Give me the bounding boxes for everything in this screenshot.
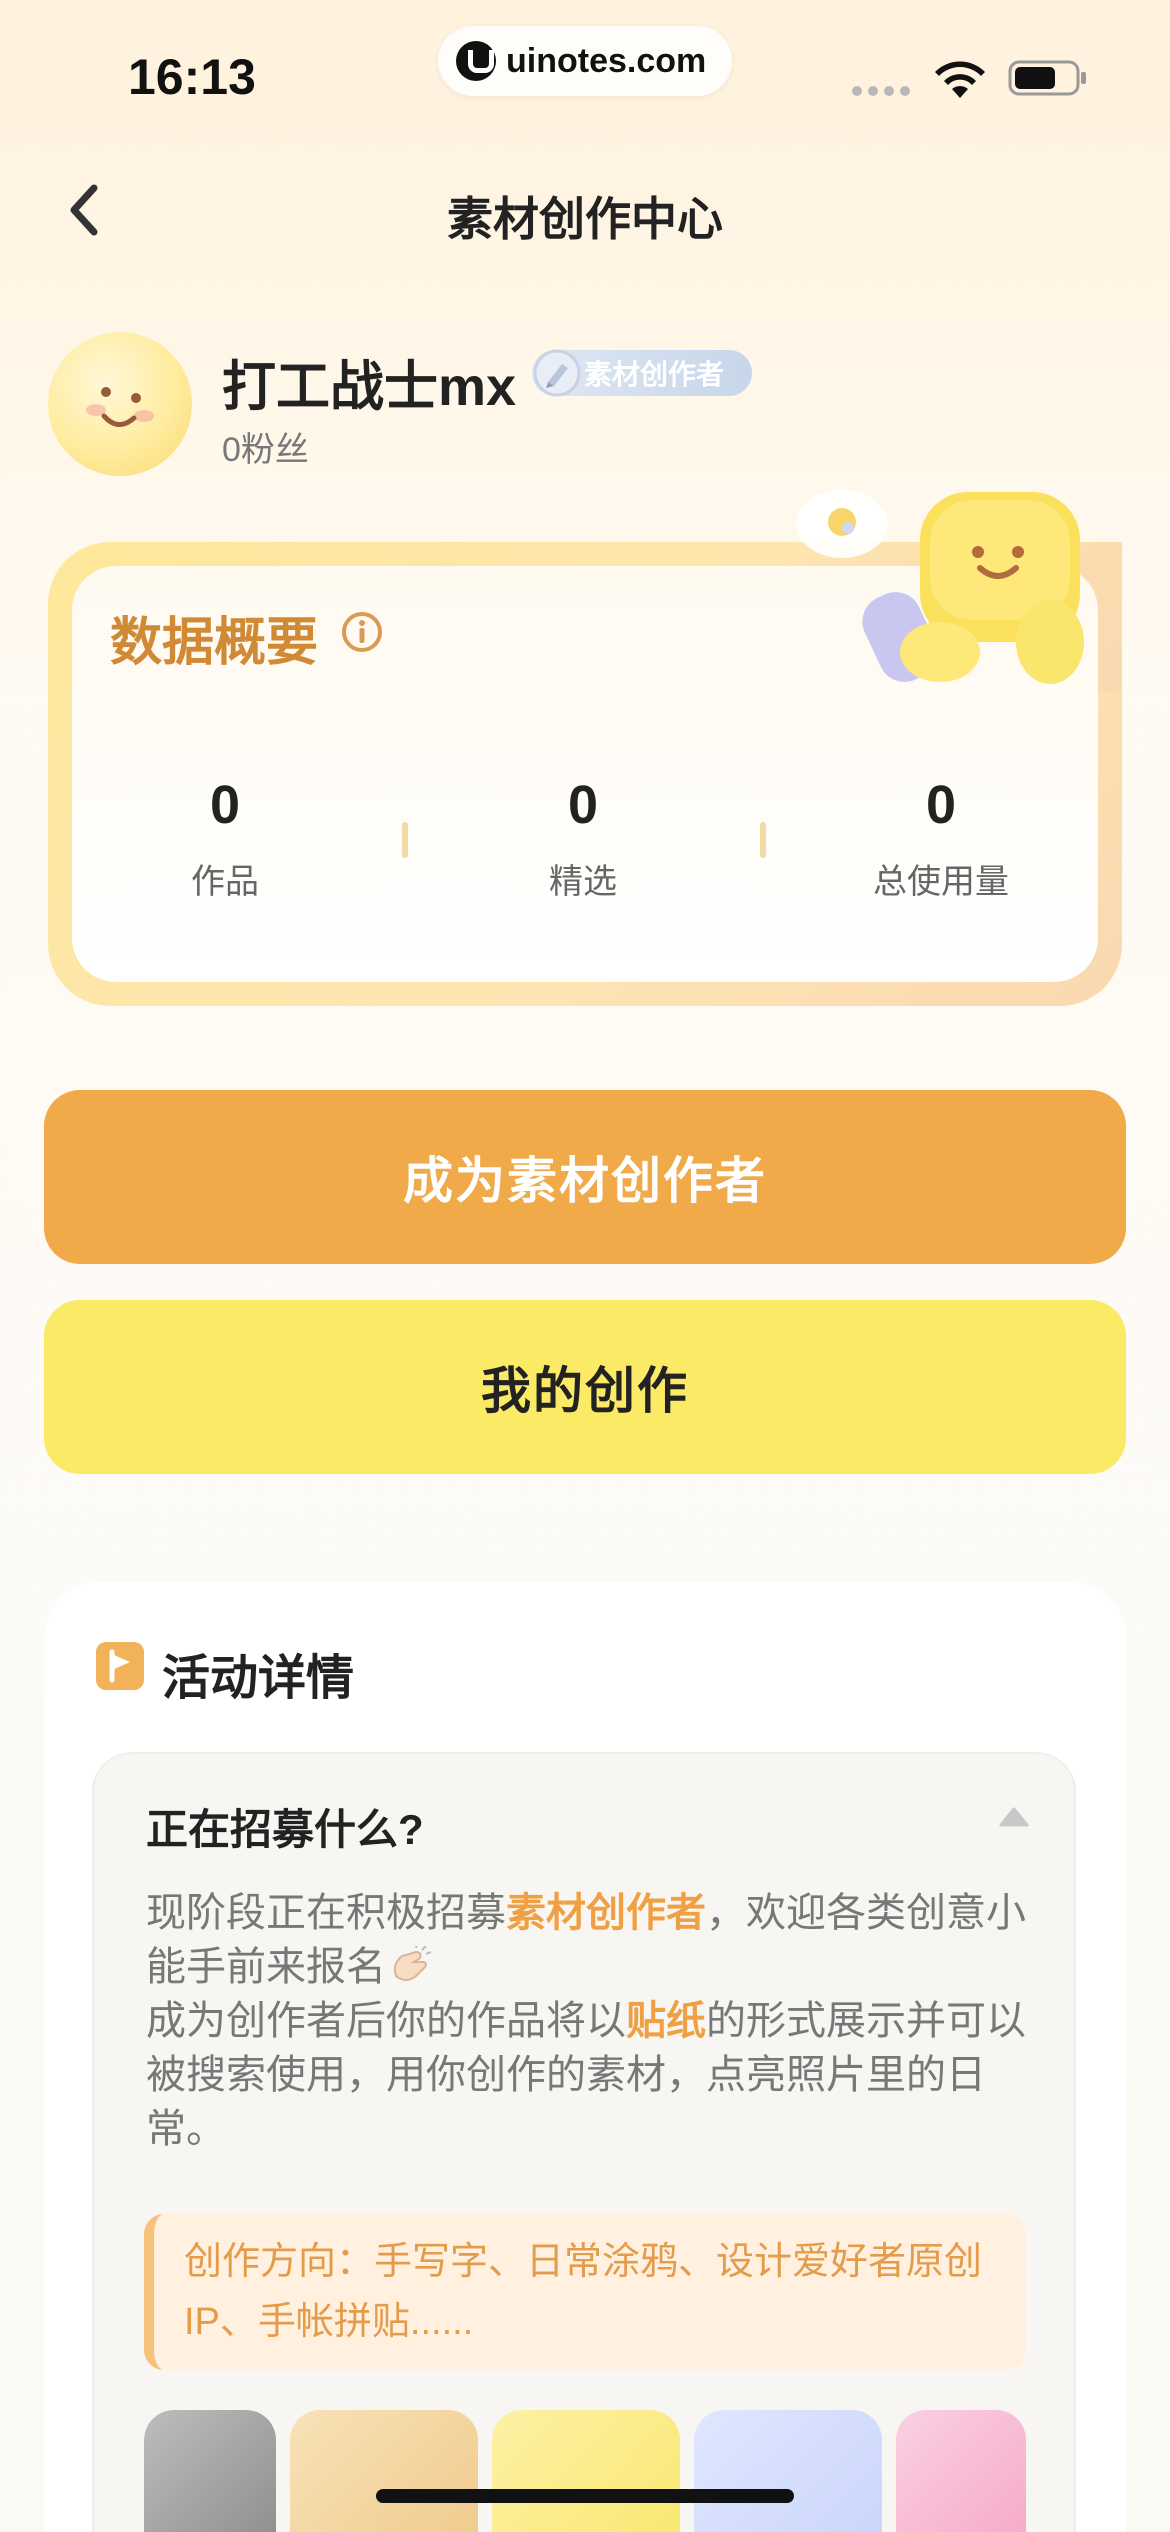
page-title: 素材创作中心 bbox=[447, 193, 723, 245]
highlight-creator: 素材创作者 bbox=[506, 1891, 706, 1935]
creator-badge-label: 素材创作者 bbox=[584, 359, 725, 390]
sample-thumbnail[interactable] bbox=[896, 2410, 1026, 2532]
stat-divider bbox=[760, 822, 766, 858]
sample-thumbnail[interactable] bbox=[144, 2410, 276, 2532]
status-time: 16:13 bbox=[128, 49, 256, 105]
faq-answer-text: 成为创作者后你的作品将以 bbox=[146, 1999, 626, 2043]
faq-answer: 现阶段正在积极招募素材创作者，欢迎各类创意小能手前来报名 成为创作者后你的作品将… bbox=[146, 1886, 1036, 2156]
watermark-pill: uinotes.com bbox=[438, 26, 732, 96]
caret-up-icon[interactable] bbox=[998, 1806, 1030, 1828]
stat-works-value: 0 bbox=[209, 775, 241, 835]
smiley-face-icon bbox=[86, 387, 154, 427]
cellular-signal-icon bbox=[852, 86, 910, 96]
creator-badge: 素材创作者 bbox=[532, 349, 752, 397]
battery-icon bbox=[1008, 60, 1086, 96]
avatar[interactable] bbox=[48, 332, 192, 476]
info-icon[interactable] bbox=[340, 610, 384, 654]
stat-total-usage-label: 总使用量 bbox=[873, 863, 1009, 901]
stat-featured[interactable]: 0 精选 bbox=[433, 774, 733, 903]
fans-count: 0粉丝 bbox=[222, 431, 309, 469]
status-bar: 16:13 uinotes.com bbox=[0, 0, 1170, 150]
mascot-illustration bbox=[796, 490, 1084, 684]
highlight-sticker: 贴纸 bbox=[626, 1999, 706, 2043]
stat-total-usage[interactable]: 0 总使用量 bbox=[791, 774, 1091, 903]
watermark-text: uinotes.com bbox=[506, 41, 707, 80]
stat-works[interactable]: 0 作品 bbox=[75, 774, 375, 903]
sample-thumbnail[interactable] bbox=[694, 2410, 882, 2532]
home-indicator[interactable] bbox=[376, 2489, 794, 2503]
sample-thumbnails bbox=[144, 2410, 1026, 2532]
faq-question[interactable]: 正在招募什么? bbox=[146, 1796, 424, 1857]
stat-featured-value: 0 bbox=[567, 775, 599, 835]
uinotes-logo-icon bbox=[456, 41, 496, 81]
pen-badge-icon bbox=[533, 349, 581, 397]
sample-thumbnail[interactable] bbox=[492, 2410, 680, 2532]
become-creator-button[interactable]: 成为素材创作者 bbox=[44, 1090, 1126, 1264]
stat-featured-label: 精选 bbox=[549, 863, 617, 901]
activity-title: 活动详情 bbox=[162, 1652, 355, 1705]
my-creations-button[interactable]: 我的创作 bbox=[44, 1300, 1126, 1474]
faq-answer-text: 现阶段正在积极招募 bbox=[146, 1891, 506, 1935]
stat-divider bbox=[402, 822, 408, 858]
activity-flag-icon bbox=[96, 1642, 144, 1690]
sample-thumbnail[interactable] bbox=[290, 2410, 478, 2532]
wifi-icon bbox=[935, 61, 985, 98]
stat-total-usage-value: 0 bbox=[925, 775, 957, 835]
creation-direction-callout: 创作方向：手写字、日常涂鸦、设计爱好者原创IP、手帐拼贴...... bbox=[144, 2214, 1026, 2370]
username: 打工战士mx bbox=[222, 357, 517, 417]
data-overview-title: 数据概要 bbox=[110, 614, 319, 672]
clapping-hands-icon bbox=[393, 1946, 432, 1981]
stat-works-label: 作品 bbox=[191, 863, 259, 901]
